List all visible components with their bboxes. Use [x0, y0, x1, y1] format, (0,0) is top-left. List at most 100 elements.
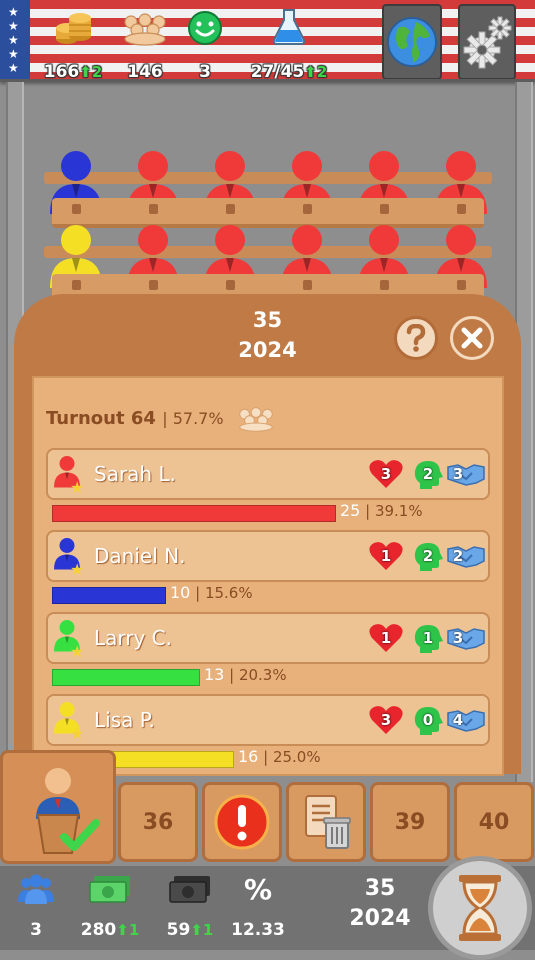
politician-podium-check-icon: [36, 768, 100, 854]
candidate-avatar: ★: [52, 536, 90, 579]
settings-button[interactable]: [458, 4, 516, 80]
supporters-value: 146: [127, 62, 163, 82]
heart-count: 3: [380, 711, 392, 729]
close-icon: [461, 327, 483, 349]
close-button[interactable]: [450, 316, 494, 360]
current-week: 35: [364, 876, 396, 901]
bench-back: [44, 246, 492, 258]
heart-count: 1: [380, 629, 392, 647]
election-panel: 35 2024 Turnout 64 | 57.7% ★ Sarah L. 3 2 3 2…: [14, 294, 521, 776]
candidate-name: Daniel N.: [94, 544, 186, 568]
supporters-stat: 146: [120, 6, 170, 82]
deal-count: 3: [452, 465, 464, 483]
deal-count: 4: [452, 711, 464, 729]
expenses-stat: 59⬆1: [162, 872, 218, 940]
resource-bar: ★ ★ ★ ★ ★ 166⬆2 146 3 27/45⬆2: [0, 0, 535, 82]
crowd-icon: [124, 13, 166, 46]
heart-count: 1: [380, 547, 392, 565]
tax-value: 12.33: [231, 920, 285, 940]
current-year: 2024: [349, 906, 411, 931]
vote-count: 16: [238, 747, 259, 766]
bench-peg: [149, 280, 158, 290]
world-map-button[interactable]: [382, 4, 442, 80]
separator: |: [224, 666, 239, 684]
star-icon: ★: [70, 560, 85, 579]
head-count: 0: [422, 711, 434, 729]
vote-percent: 25.0%: [272, 748, 321, 766]
question-icon: [406, 324, 426, 352]
star-icon: ★: [70, 724, 85, 743]
separator: |: [190, 584, 205, 602]
candidate-row[interactable]: ★ Larry C. 1 1 3: [46, 612, 490, 664]
discard-slot[interactable]: [286, 782, 366, 862]
head-count: 2: [422, 465, 434, 483]
vote-count: 25: [340, 501, 361, 520]
dark-cash-icon: [169, 876, 210, 903]
week-36-slot[interactable]: 36: [118, 782, 198, 862]
head-count: 2: [422, 547, 434, 565]
happiness-value: 3: [199, 62, 211, 82]
bench-peg: [380, 204, 389, 214]
vote-result: 25 | 39.1%: [340, 501, 423, 520]
candidate-name: Lisa P.: [94, 708, 156, 732]
vote-result: 13 | 20.3%: [204, 665, 287, 684]
vote-share-bar: [52, 669, 200, 686]
deal-badge: 3: [446, 459, 485, 489]
bench-peg: [380, 280, 389, 290]
vote-count: 13: [204, 665, 225, 684]
campaign-button[interactable]: [0, 750, 116, 864]
crowd-icon: [239, 407, 273, 432]
research-value: 27/45⬆2: [250, 62, 328, 82]
head-badge: 2: [410, 541, 446, 571]
heart-badge: 1: [368, 541, 404, 571]
deal-badge: 3: [446, 623, 485, 653]
hourglass-icon: [459, 875, 501, 941]
turnout-summary: Turnout 64 | 57.7%: [46, 406, 276, 432]
candidate-avatar: ★: [52, 618, 90, 661]
heart-badge: 1: [368, 623, 404, 653]
candidate-row[interactable]: ★ Sarah L. 3 2 3: [46, 448, 490, 500]
help-button[interactable]: [394, 316, 438, 360]
vote-percent: 15.6%: [204, 584, 253, 602]
coins-stat: 166⬆2: [38, 6, 108, 82]
end-turn-button[interactable]: [428, 856, 532, 960]
candidate-name: Larry C.: [94, 626, 173, 650]
happiness-stat: 3: [183, 6, 227, 82]
flag-canton: ★ ★ ★ ★ ★: [0, 0, 30, 82]
bench-peg: [303, 204, 312, 214]
bench-peg: [72, 280, 81, 290]
gear-icon: [463, 16, 512, 69]
turnout-percent: 57.7%: [172, 409, 224, 428]
bench-back: [44, 172, 492, 184]
cash-icon: [89, 876, 130, 903]
star-icon: ★: [70, 478, 85, 497]
flask-icon: [272, 9, 306, 45]
head-count: 1: [422, 629, 434, 647]
head-badge: 2: [410, 459, 446, 489]
bench-peg: [457, 280, 466, 290]
bench-peg: [303, 280, 312, 290]
bench-peg: [226, 280, 235, 290]
bench-peg: [149, 204, 158, 214]
event-slot[interactable]: [202, 782, 282, 862]
bench-desk: [52, 198, 484, 228]
week-40-slot[interactable]: 40: [454, 782, 534, 862]
election-week: 35: [252, 308, 283, 332]
smiley-icon: [188, 11, 222, 45]
candidate-row[interactable]: ★ Lisa P. 3 0 4: [46, 694, 490, 746]
separator: |: [258, 748, 273, 766]
heart-badge: 3: [368, 459, 404, 489]
money-stat: 280⬆1: [80, 872, 140, 940]
vote-percent: 39.1%: [374, 502, 423, 520]
week-39-slot[interactable]: 39: [370, 782, 450, 862]
results-area: Turnout 64 | 57.7% ★ Sarah L. 3 2 3 25 | 39.1…: [32, 376, 504, 776]
candidate-avatar: ★: [52, 700, 90, 743]
document-trash-icon: [305, 795, 351, 849]
percent-icon: %: [243, 873, 273, 906]
vote-count: 10: [170, 583, 191, 602]
deal-count: 3: [452, 629, 464, 647]
candidate-row[interactable]: ★ Daniel N. 1 2 2: [46, 530, 490, 582]
research-stat: 27/45⬆2: [244, 6, 334, 82]
turnout-value: 64: [130, 408, 156, 429]
star-icon: ★: [70, 642, 85, 661]
